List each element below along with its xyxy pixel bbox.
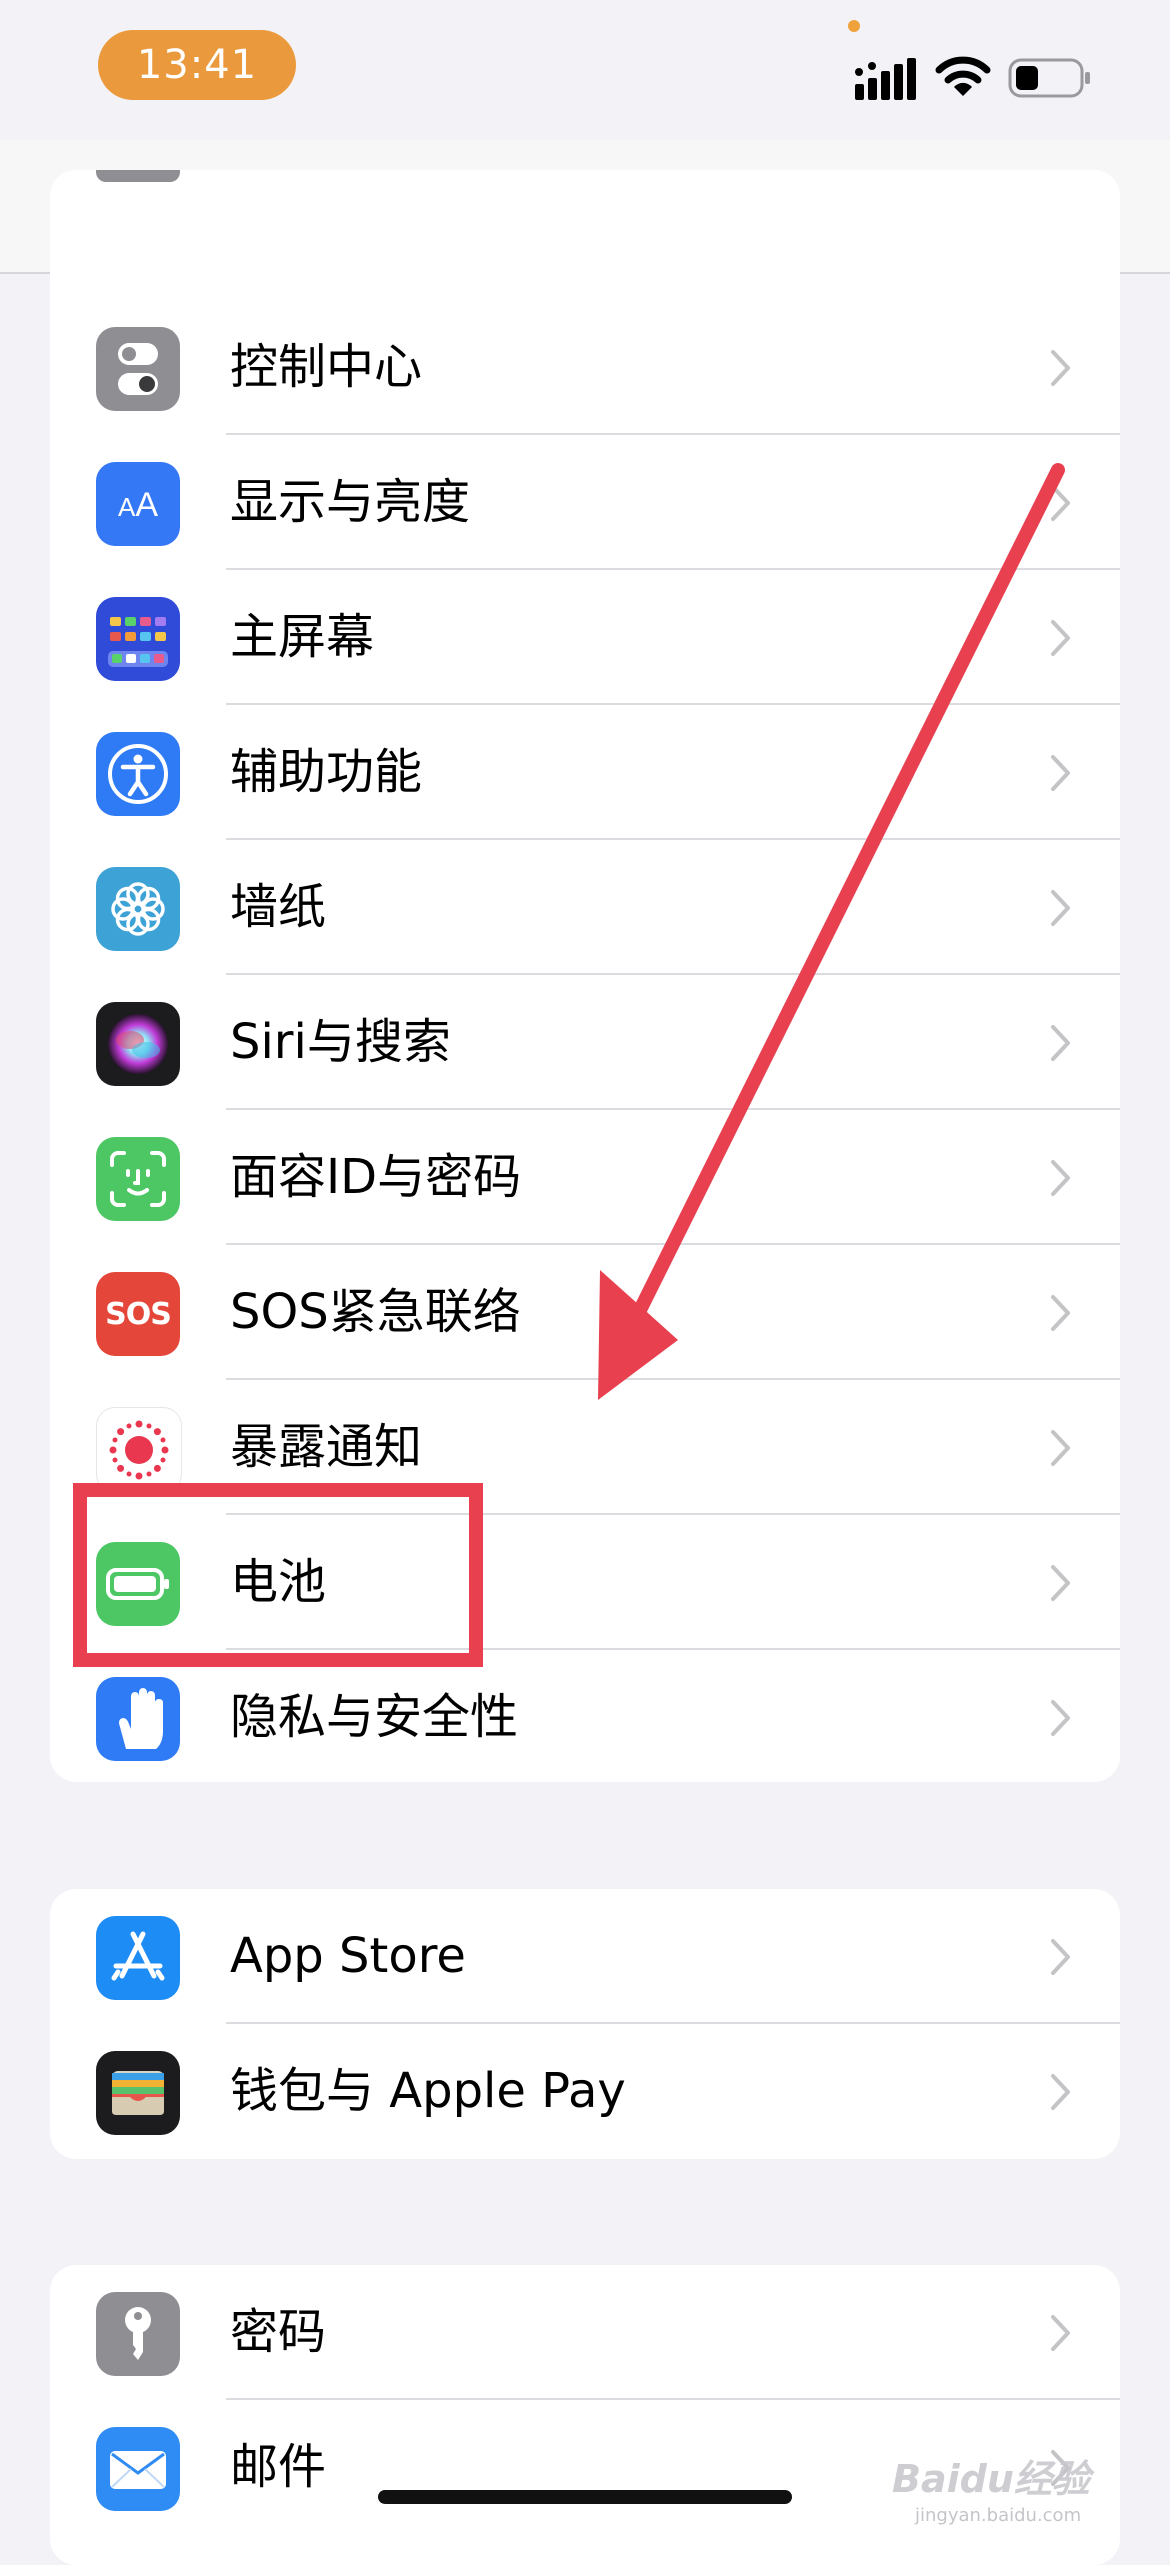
face-id-icon (96, 1137, 180, 1221)
row-label: App Store (230, 1928, 466, 1984)
row-label: 隐私与安全性 (230, 1689, 519, 1745)
sos-icon-text: SOS (105, 1296, 172, 1332)
sos-icon: SOS (96, 1272, 180, 1356)
display-brightness-icon: AA (96, 462, 180, 546)
accessibility-icon (96, 732, 180, 816)
control-center-icon (96, 327, 180, 411)
settings-list-system: 控制中心 AA 显示与亮度 主屏幕 辅助功能 墙纸 Siri与搜索 面容ID与密… (50, 300, 1120, 1782)
chevron-right-icon (1051, 620, 1070, 656)
row-label: 密码 (230, 2304, 327, 2360)
partial-row (50, 170, 1120, 306)
home-indicator[interactable] (378, 2490, 792, 2504)
home-screen-icon (96, 597, 180, 681)
row-label: SOS紧急联络 (230, 1284, 521, 1340)
chevron-right-icon (1051, 1160, 1070, 1196)
row-siri-search[interactable]: Siri与搜索 (50, 975, 1120, 1110)
chevron-right-icon (1051, 2315, 1070, 2351)
row-wallet-apple-pay[interactable]: 钱包与 Apple Pay (50, 2024, 1120, 2159)
siri-icon (96, 1002, 180, 1086)
chevron-right-icon (1051, 2074, 1070, 2110)
chevron-right-icon (1051, 485, 1070, 521)
battery-icon (96, 1542, 180, 1626)
row-label: 暴露通知 (230, 1419, 423, 1475)
exposure-notification-icon (96, 1407, 182, 1493)
key-icon (96, 2292, 180, 2376)
chevron-right-icon (1051, 1295, 1070, 1331)
battery-status-icon (1008, 58, 1090, 98)
chevron-right-icon (1051, 1565, 1070, 1601)
chevron-right-icon (1051, 890, 1070, 926)
svg-text:AA: AA (118, 486, 158, 524)
row-face-id-passcode[interactable]: 面容ID与密码 (50, 1110, 1120, 1245)
row-control-center[interactable]: 控制中心 (50, 300, 1120, 435)
wallet-icon (96, 2051, 180, 2135)
privacy-hand-icon (96, 1677, 180, 1761)
row-label: 墙纸 (230, 879, 327, 935)
partial-icon (96, 170, 180, 182)
watermark-logo: Baidu经验 (892, 2457, 1090, 2501)
mail-icon (96, 2427, 180, 2511)
row-label: Siri与搜索 (230, 1014, 451, 1070)
chevron-right-icon (1051, 1025, 1070, 1061)
row-label: 控制中心 (230, 339, 423, 395)
row-exposure-notifications[interactable]: 暴露通知 (50, 1380, 1120, 1515)
status-bar: 13:41 (0, 0, 1170, 140)
row-wallpaper[interactable]: 墙纸 (50, 840, 1120, 975)
row-label: 显示与亮度 (230, 474, 471, 530)
chevron-right-icon (1051, 1700, 1070, 1736)
row-display-brightness[interactable]: AA 显示与亮度 (50, 435, 1120, 570)
wallpaper-icon (96, 867, 180, 951)
row-label: 电池 (230, 1554, 327, 1610)
row-passwords[interactable]: 密码 (50, 2265, 1120, 2400)
chevron-right-icon (1051, 1939, 1070, 1975)
row-label: 主屏幕 (230, 609, 375, 665)
chevron-right-icon (1051, 350, 1070, 386)
row-app-store[interactable]: App Store (50, 1889, 1120, 2024)
row-home-screen[interactable]: 主屏幕 (50, 570, 1120, 705)
row-emergency-sos[interactable]: SOS SOS紧急联络 (50, 1245, 1120, 1380)
watermark-url: jingyan.baidu.com (915, 2505, 1082, 2526)
row-battery[interactable]: 电池 (50, 1515, 1120, 1650)
app-store-icon (96, 1916, 180, 2000)
settings-group-store: App Store 钱包与 Apple Pay (50, 1889, 1120, 2159)
row-label: 面容ID与密码 (230, 1149, 522, 1205)
wifi-icon (935, 56, 991, 96)
chevron-right-icon (1051, 755, 1070, 791)
cellular-signal-icon (855, 58, 916, 100)
row-label: 邮件 (230, 2439, 327, 2495)
privacy-indicator-dot (848, 20, 860, 32)
chevron-right-icon (1051, 1430, 1070, 1466)
row-label: 钱包与 Apple Pay (230, 2063, 626, 2119)
status-time: 13:41 (98, 30, 296, 100)
row-accessibility[interactable]: 辅助功能 (50, 705, 1120, 840)
row-privacy-security[interactable]: 隐私与安全性 (50, 1650, 1120, 1785)
row-label: 辅助功能 (230, 744, 423, 800)
